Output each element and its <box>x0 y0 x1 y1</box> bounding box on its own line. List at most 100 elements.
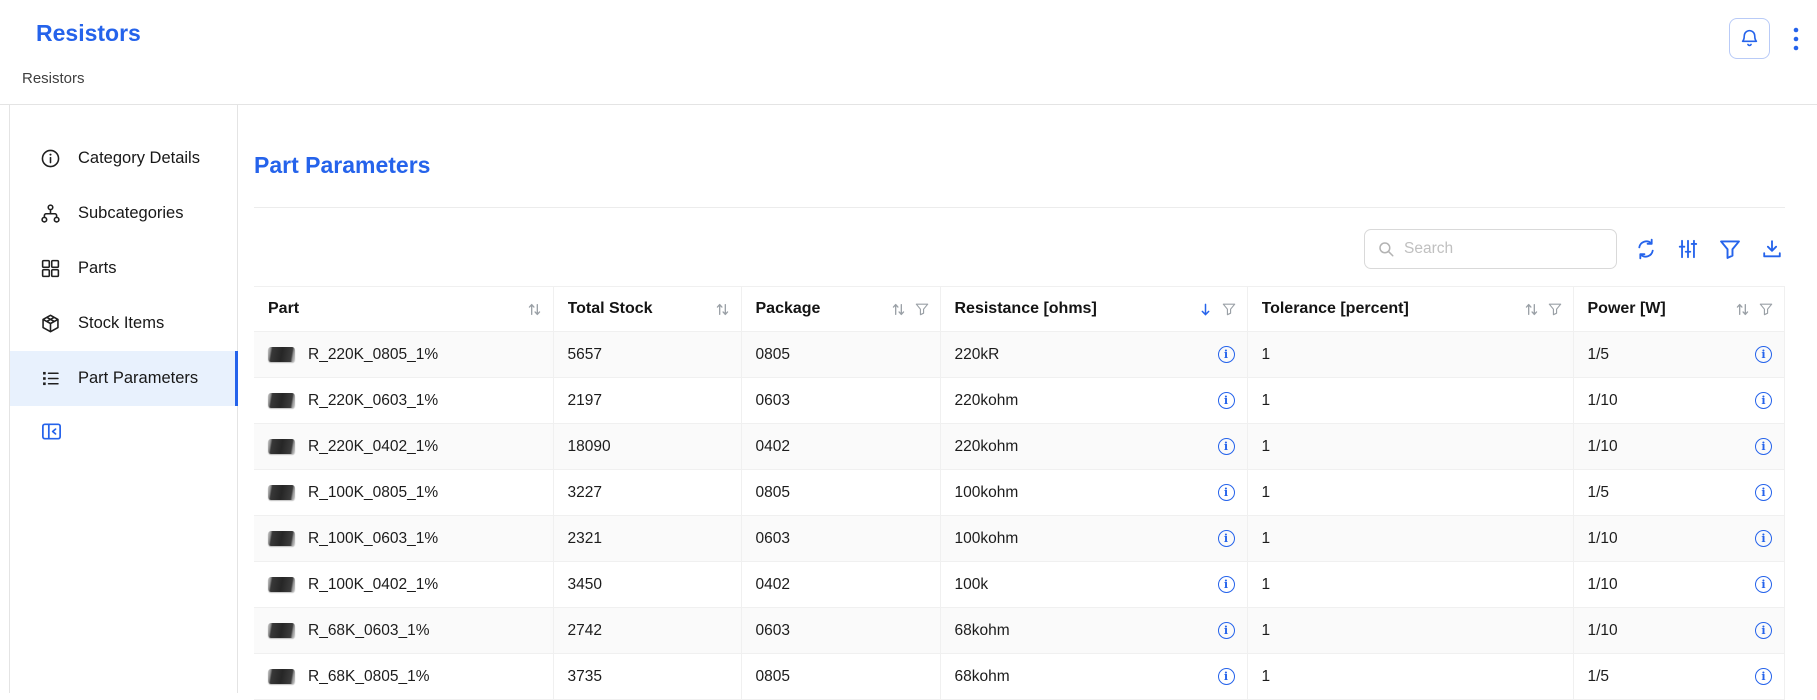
column-header-power[interactable]: Power [W] <box>1573 287 1785 332</box>
part-thumbnail-image[interactable] <box>268 393 295 408</box>
table-body: R_220K_0805_1% 5657 0805 220kR i 1 1/5 i… <box>254 332 1785 700</box>
main-content: Part Parameters <box>238 105 1817 693</box>
part-name: R_100K_0603_1% <box>308 530 438 548</box>
info-icon[interactable]: i <box>1218 530 1235 547</box>
app: Resistors Resistors Category Details <box>0 0 1817 105</box>
breadcrumb[interactable]: Resistors <box>22 70 85 87</box>
table-row[interactable]: R_100K_0805_1% 3227 0805 100kohm i 1 1/5… <box>254 470 1785 516</box>
sidebar-item-part-parameters[interactable]: Part Parameters <box>10 351 237 406</box>
section-title: Part Parameters <box>254 151 1785 179</box>
column-header-package[interactable]: Package <box>741 287 940 332</box>
divider <box>254 207 1785 208</box>
info-icon[interactable]: i <box>1218 392 1235 409</box>
package-cell: 0603 <box>741 378 940 424</box>
power-value: 1/10 <box>1588 622 1618 640</box>
info-icon[interactable]: i <box>1218 668 1235 685</box>
column-header-part[interactable]: Part <box>254 287 553 332</box>
info-icon[interactable]: i <box>1218 484 1235 501</box>
info-icon[interactable]: i <box>1218 622 1235 639</box>
page-title: Resistors <box>36 20 141 47</box>
sort-icon[interactable] <box>715 302 730 317</box>
resistance-value: 68kohm <box>955 668 1010 686</box>
column-filter-icon[interactable] <box>1222 302 1236 316</box>
tolerance-cell: 1 <box>1247 562 1573 608</box>
info-icon[interactable]: i <box>1755 576 1772 593</box>
part-thumbnail-image[interactable] <box>268 347 295 362</box>
sort-icon[interactable] <box>891 302 906 317</box>
info-icon[interactable]: i <box>1755 668 1772 685</box>
collapse-sidebar-icon <box>40 420 63 443</box>
info-icon[interactable]: i <box>1218 576 1235 593</box>
info-icon[interactable]: i <box>1755 530 1772 547</box>
resistance-value: 100kohm <box>955 484 1019 502</box>
power-cell: 1/5 i <box>1573 470 1785 516</box>
part-thumbnail-image[interactable] <box>268 623 295 638</box>
download-button[interactable] <box>1759 236 1785 262</box>
part-parameters-table: Part Total Stock <box>254 286 1785 700</box>
resistance-cell: 100kohm i <box>940 470 1247 516</box>
part-thumbnail-image[interactable] <box>268 485 295 500</box>
tolerance-cell: 1 <box>1247 608 1573 654</box>
resistance-value: 220kohm <box>955 392 1019 410</box>
info-icon[interactable]: i <box>1755 438 1772 455</box>
part-thumbnail-image[interactable] <box>268 439 295 454</box>
sort-icon[interactable] <box>1735 302 1750 317</box>
column-filter-icon[interactable] <box>1548 302 1562 316</box>
part-cell: R_220K_0402_1% <box>254 424 553 470</box>
table-row[interactable]: R_68K_0603_1% 2742 0603 68kohm i 1 1/10 … <box>254 608 1785 654</box>
column-settings-icon <box>1677 238 1699 260</box>
info-icon[interactable]: i <box>1755 484 1772 501</box>
power-value: 1/10 <box>1588 576 1618 594</box>
info-icon[interactable]: i <box>1755 392 1772 409</box>
power-cell: 1/10 i <box>1573 608 1785 654</box>
info-icon[interactable]: i <box>1755 346 1772 363</box>
search-input[interactable] <box>1404 240 1604 258</box>
column-label: Resistance [ohms] <box>955 300 1097 318</box>
sort-icon[interactable] <box>527 302 542 317</box>
sidebar-item-label: Part Parameters <box>78 369 198 388</box>
part-thumbnail-image[interactable] <box>268 577 295 592</box>
info-icon[interactable]: i <box>1218 346 1235 363</box>
sidebar-item-label: Parts <box>78 259 117 278</box>
package-cell: 0402 <box>741 562 940 608</box>
notifications-button[interactable] <box>1729 18 1770 59</box>
column-settings-button[interactable] <box>1675 236 1701 262</box>
resistance-cell: 220kohm i <box>940 378 1247 424</box>
sidebar-item-parts[interactable]: Parts <box>10 241 237 296</box>
sort-desc-icon[interactable] <box>1198 302 1213 317</box>
part-name: R_220K_0603_1% <box>308 392 438 410</box>
tolerance-cell: 1 <box>1247 470 1573 516</box>
sort-icon[interactable] <box>1524 302 1539 317</box>
filter-button[interactable] <box>1717 236 1743 262</box>
package-cell: 0603 <box>741 516 940 562</box>
resistance-value: 100kohm <box>955 530 1019 548</box>
column-header-resistance[interactable]: Resistance [ohms] <box>940 287 1247 332</box>
column-filter-icon[interactable] <box>915 302 929 316</box>
column-label: Tolerance [percent] <box>1262 300 1409 318</box>
info-icon[interactable]: i <box>1218 438 1235 455</box>
total-stock-cell: 2321 <box>553 516 741 562</box>
refresh-button[interactable] <box>1633 236 1659 262</box>
kebab-menu-button[interactable] <box>1785 21 1807 57</box>
sidebar-item-category-details[interactable]: Category Details <box>10 131 237 186</box>
table-row[interactable]: R_220K_0402_1% 18090 0402 220kohm i 1 1/… <box>254 424 1785 470</box>
resistance-cell: 68kohm i <box>940 608 1247 654</box>
column-filter-icon[interactable] <box>1759 302 1773 316</box>
table-row[interactable]: R_100K_0402_1% 3450 0402 100k i 1 1/10 i <box>254 562 1785 608</box>
power-value: 1/5 <box>1588 484 1610 502</box>
column-header-tolerance[interactable]: Tolerance [percent] <box>1247 287 1573 332</box>
table-row[interactable]: R_220K_0603_1% 2197 0603 220kohm i 1 1/1… <box>254 378 1785 424</box>
part-thumbnail-image[interactable] <box>268 531 295 546</box>
sidebar-item-stock-items[interactable]: Stock Items <box>10 296 237 351</box>
info-icon[interactable]: i <box>1755 622 1772 639</box>
info-circle-icon <box>40 148 61 169</box>
total-stock-cell: 2197 <box>553 378 741 424</box>
part-thumbnail-image[interactable] <box>268 669 295 684</box>
column-header-total-stock[interactable]: Total Stock <box>553 287 741 332</box>
table-row[interactable]: R_220K_0805_1% 5657 0805 220kR i 1 1/5 i <box>254 332 1785 378</box>
collapse-sidebar-button[interactable] <box>40 420 63 443</box>
sidebar-item-subcategories[interactable]: Subcategories <box>10 186 237 241</box>
total-stock-cell: 3227 <box>553 470 741 516</box>
resistance-cell: 100kohm i <box>940 516 1247 562</box>
table-row[interactable]: R_100K_0603_1% 2321 0603 100kohm i 1 1/1… <box>254 516 1785 562</box>
